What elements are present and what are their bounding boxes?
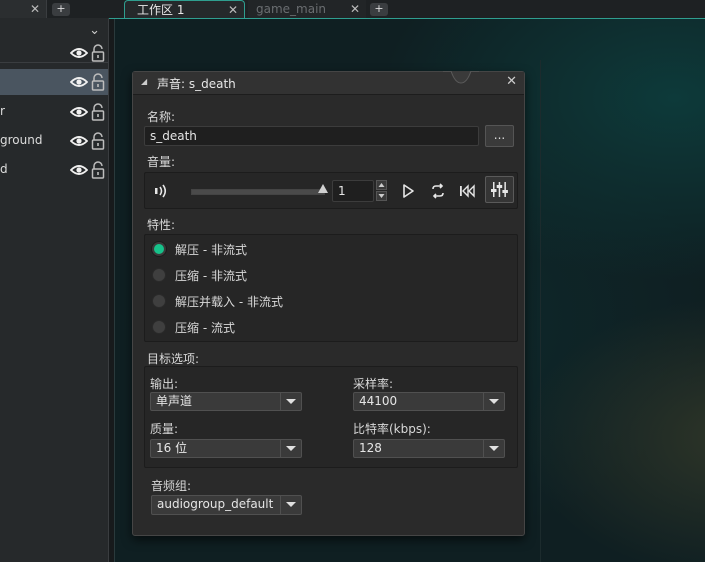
layer-label: ground — [0, 133, 43, 147]
volume-decrement-button[interactable] — [376, 191, 387, 201]
chevron-down-icon — [280, 440, 301, 457]
speaker-icon[interactable] — [154, 183, 170, 199]
sample-rate-dropdown[interactable]: 44100 — [353, 392, 505, 411]
left-tab[interactable]: ✕ — [0, 0, 47, 18]
sample-rate-label: 采样率: — [353, 377, 394, 391]
dialog-connector-notch-icon — [443, 71, 479, 84]
radio-label: 压缩 - 非流式 — [175, 269, 247, 283]
mixer-icon — [491, 182, 508, 197]
unlock-icon[interactable] — [91, 103, 105, 121]
dialog-title: 声音: s_death — [157, 77, 236, 91]
tab-game-main-close-icon[interactable]: ✕ — [350, 0, 360, 18]
name-label: 名称: — [147, 110, 176, 124]
left-add-tab-button[interactable]: + — [52, 3, 70, 16]
quality-label: 质量: — [150, 422, 179, 436]
layer-row[interactable]: ground — [0, 128, 108, 154]
sample-rate-value: 44100 — [359, 394, 398, 408]
bitrate-value: 128 — [359, 441, 382, 455]
target-options-label: 目标选项: — [147, 352, 200, 366]
tab-game-main[interactable]: game_main ✕ — [248, 0, 366, 18]
target-options-group: 输出: 单声道 采样率: 44100 质量: 16 位 比特率(kbps): 1… — [144, 366, 518, 468]
name-input[interactable]: s_death — [144, 126, 479, 146]
quality-value: 16 位 — [156, 441, 188, 455]
eye-icon[interactable] — [70, 133, 88, 149]
play-icon[interactable] — [400, 183, 416, 199]
properties-group: 解压 - 非流式 压缩 - 非流式 解压并载入 - 非流式 压缩 - 流式 — [144, 234, 518, 342]
layer-row[interactable] — [0, 69, 108, 95]
chevron-down-icon — [483, 440, 504, 457]
chevron-down-icon[interactable]: ⌄ — [89, 23, 100, 38]
tab-workspace-1-close-icon[interactable]: ✕ — [228, 1, 238, 19]
volume-group: 1 — [144, 172, 518, 209]
volume-slider[interactable] — [191, 189, 325, 195]
layers-panel: ⌄ r ground d — [0, 18, 109, 562]
layer-label: r — [0, 104, 5, 118]
left-tab-close-icon[interactable]: ✕ — [30, 0, 40, 18]
browse-button[interactable]: ... — [485, 125, 514, 147]
quality-dropdown[interactable]: 16 位 — [150, 439, 302, 458]
volume-slider-thumb[interactable] — [318, 184, 328, 193]
tab-workspace-1-label: 工作区 1 — [137, 3, 185, 17]
add-workspace-button[interactable]: + — [370, 3, 388, 16]
output-label: 输出: — [150, 377, 179, 391]
unlock-icon[interactable] — [91, 132, 105, 150]
chevron-down-icon — [280, 496, 301, 514]
unlock-icon[interactable] — [91, 161, 105, 179]
rewind-icon[interactable] — [459, 183, 475, 199]
layer-row[interactable]: d — [0, 157, 108, 183]
properties-label: 特性: — [147, 218, 176, 232]
audio-group-dropdown[interactable]: audiogroup_default — [151, 495, 302, 515]
unlock-icon[interactable] — [91, 73, 105, 91]
tab-workspace-1[interactable]: 工作区 1 ✕ — [124, 0, 245, 18]
radio-compressed-streamed[interactable] — [152, 320, 166, 334]
collapse-triangle-icon[interactable]: ◢ — [141, 77, 147, 86]
eye-icon[interactable] — [70, 74, 88, 90]
layer-label: d — [0, 162, 8, 176]
output-value: 单声道 — [156, 394, 193, 408]
chevron-down-icon — [483, 393, 504, 410]
volume-slider-fill — [192, 190, 324, 194]
sound-editor-dialog: ◢ 声音: s_death ✕ 名称: s_death ... 音量: 1 特性… — [132, 71, 525, 536]
eye-icon[interactable] — [70, 162, 88, 178]
radio-uncompressed-not-streamed[interactable] — [152, 242, 166, 256]
bitrate-dropdown[interactable]: 128 — [353, 439, 505, 458]
audio-group-label: 音频组: — [151, 479, 192, 493]
radio-label: 解压 - 非流式 — [175, 243, 247, 257]
workspace-guide-line — [540, 60, 541, 562]
dialog-close-icon[interactable]: ✕ — [506, 74, 517, 89]
radio-compressed-not-streamed[interactable] — [152, 268, 166, 282]
dialog-title-bar[interactable]: ◢ 声音: s_death ✕ — [133, 71, 524, 95]
volume-increment-button[interactable] — [376, 180, 387, 190]
chevron-down-icon — [280, 393, 301, 410]
volume-label: 音量: — [147, 155, 176, 169]
output-dropdown[interactable]: 单声道 — [150, 392, 302, 411]
radio-uncompress-on-load[interactable] — [152, 294, 166, 308]
audio-group-value: audiogroup_default — [157, 497, 274, 511]
mixer-button[interactable] — [485, 176, 514, 203]
bitrate-label: 比特率(kbps): — [353, 422, 431, 436]
workspace-divider — [114, 18, 115, 562]
layer-row[interactable]: r — [0, 99, 108, 125]
eye-icon[interactable] — [70, 104, 88, 120]
tab-bar: ✕ + 工作区 1 ✕ game_main ✕ + — [0, 0, 705, 19]
tab-game-main-label: game_main — [256, 2, 327, 16]
layer-row[interactable] — [0, 40, 108, 66]
eye-icon[interactable] — [70, 45, 88, 61]
loop-icon[interactable] — [430, 183, 446, 199]
radio-label: 解压并载入 - 非流式 — [175, 295, 283, 309]
unlock-icon[interactable] — [91, 44, 105, 62]
volume-number-input[interactable]: 1 — [332, 180, 374, 202]
radio-label: 压缩 - 流式 — [175, 321, 235, 335]
